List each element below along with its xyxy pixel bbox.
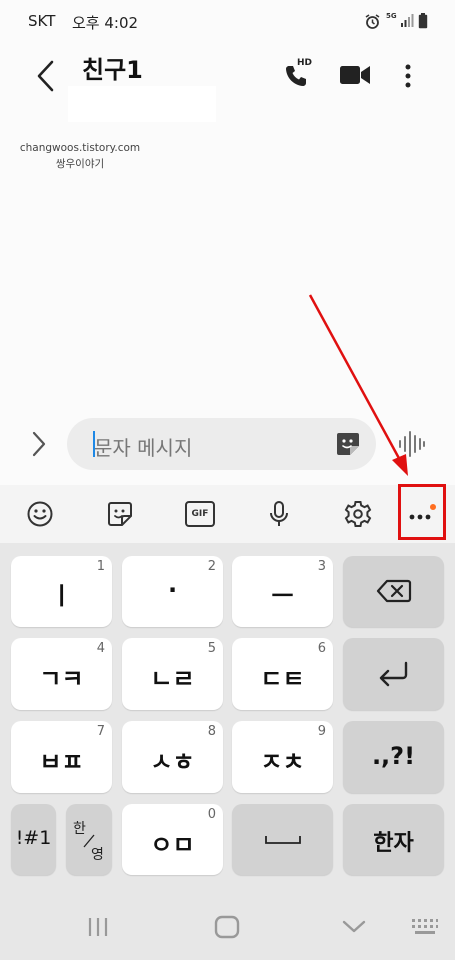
- key-0[interactable]: 0 ㅇㅁ: [122, 804, 223, 875]
- more-options-icon[interactable]: [401, 63, 415, 89]
- key-number: 6: [317, 641, 326, 656]
- network-type: 5G: [386, 12, 397, 20]
- expand-chevron-icon[interactable]: [30, 430, 48, 458]
- key-label: ·: [167, 576, 178, 604]
- key-number: 0: [207, 807, 216, 822]
- key-label: ㄱㅋ: [39, 665, 84, 693]
- key-label: ㄷㅌ: [260, 665, 305, 693]
- settings-button[interactable]: [328, 485, 388, 543]
- key-label: !#1: [15, 827, 52, 849]
- key-label: ㅈㅊ: [260, 748, 305, 776]
- key-6[interactable]: 6 ㄷㅌ: [232, 638, 333, 710]
- hd-call-button[interactable]: HD: [282, 58, 318, 92]
- back-arrow-icon[interactable]: [36, 60, 56, 92]
- key-1[interactable]: 1 ㅣ: [11, 556, 112, 627]
- recent-apps-icon[interactable]: [86, 916, 110, 938]
- sticker-outline-icon: [108, 502, 132, 526]
- emoji-icon: [27, 501, 53, 527]
- key-number: 9: [317, 724, 326, 739]
- hanja-key[interactable]: 한자: [343, 804, 444, 875]
- hide-keyboard-chevron-icon[interactable]: [341, 918, 367, 936]
- sticker-button[interactable]: [90, 485, 150, 543]
- annotation-arrow-icon: [308, 294, 408, 476]
- video-call-icon[interactable]: [339, 64, 371, 86]
- enter-icon: [379, 661, 408, 687]
- key-7[interactable]: 7 ㅂㅍ: [11, 721, 112, 793]
- message-placeholder: 문자 메시지: [94, 436, 193, 460]
- key-number: 5: [207, 641, 216, 656]
- key-label: ㅇㅁ: [150, 831, 195, 859]
- key-8[interactable]: 8 ㅅㅎ: [122, 721, 223, 793]
- space-icon: [265, 836, 301, 844]
- keyboard-switch-icon[interactable]: [411, 918, 439, 936]
- key-number: 1: [96, 559, 105, 574]
- key-number: 7: [96, 724, 105, 739]
- language-switch-key[interactable]: 한 영: [66, 804, 112, 875]
- gear-icon: [344, 501, 372, 527]
- hd-badge: HD: [297, 58, 313, 68]
- key-label: ㅅㅎ: [150, 748, 195, 776]
- signal-icon: [401, 14, 414, 27]
- key-label: ㅣ: [50, 582, 73, 610]
- key-number: 8: [207, 724, 216, 739]
- emoji-button[interactable]: [10, 485, 70, 543]
- punctuation-key[interactable]: .,?!: [343, 721, 444, 793]
- carrier-label: SKT: [28, 12, 56, 30]
- key-label: .,?!: [371, 742, 416, 770]
- key-5[interactable]: 5 ㄴㄹ: [122, 638, 223, 710]
- battery-icon: [418, 13, 428, 29]
- key-label: ㅡ: [271, 582, 294, 610]
- symbols-key[interactable]: !#1: [11, 804, 56, 875]
- watermark-url: changwoos.tistory.com: [19, 142, 141, 154]
- key-9[interactable]: 9 ㅈㅊ: [232, 721, 333, 793]
- key-number: 2: [207, 559, 216, 574]
- key-2[interactable]: 2 ·: [122, 556, 223, 627]
- gif-icon: GIF: [185, 501, 215, 527]
- key-label: ㅂㅍ: [39, 748, 84, 776]
- key-number: 3: [317, 559, 326, 574]
- backspace-key[interactable]: [343, 556, 444, 627]
- recipient-number-redacted: [68, 86, 216, 122]
- watermark-name: 쌍우이야기: [55, 158, 105, 170]
- lang-english-label: 영: [91, 847, 104, 863]
- annotation-highlight-box: [398, 484, 446, 540]
- key-4[interactable]: 4 ㄱㅋ: [11, 638, 112, 710]
- key-3[interactable]: 3 ㅡ: [232, 556, 333, 627]
- backspace-icon: [376, 579, 412, 603]
- key-label: ㄴㄹ: [150, 665, 195, 693]
- clock: 오후 4:02: [72, 14, 139, 32]
- home-icon[interactable]: [214, 915, 240, 939]
- gif-button[interactable]: GIF: [170, 485, 230, 543]
- enter-key[interactable]: [343, 638, 444, 710]
- key-number: 4: [96, 641, 105, 656]
- conversation-title: 친구1: [82, 56, 143, 84]
- space-key[interactable]: [232, 804, 333, 875]
- voice-input-button[interactable]: [249, 485, 309, 543]
- key-label: 한자: [373, 831, 414, 856]
- status-bar: SKT 오후 4:02 5G: [0, 0, 455, 44]
- microphone-icon: [270, 501, 288, 526]
- alarm-icon: [365, 14, 380, 29]
